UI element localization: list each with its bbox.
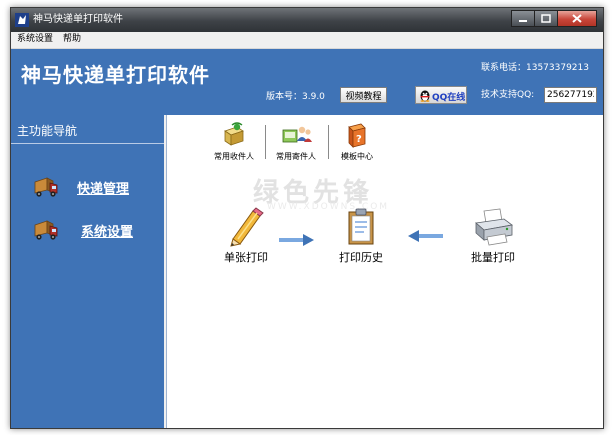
truck-icon — [34, 220, 58, 240]
toolbar-common-senders[interactable]: 常用寄件人 — [270, 121, 322, 167]
arrow-left-icon — [408, 230, 443, 242]
single-print-button[interactable]: 单张打印 — [211, 207, 281, 264]
qq-online-button[interactable]: QQ在线 — [415, 86, 467, 104]
sidebar-item-system-settings[interactable]: 系统设置 — [33, 217, 163, 243]
version-label: 版本号：3.9.0 — [266, 92, 325, 102]
toolbar-item-label: 模板中心 — [341, 152, 373, 161]
svg-text:?: ? — [356, 134, 362, 145]
close-button[interactable] — [557, 10, 597, 27]
toolbar-template-center[interactable]: ? 模板中心 — [333, 123, 381, 169]
menu-help[interactable]: 帮助 — [63, 33, 81, 46]
toolbar-item-label: 常用寄件人 — [276, 152, 316, 161]
app-logo-icon — [15, 13, 29, 27]
qq-online-label: QQ在线 — [432, 93, 466, 103]
support-qq-label: 技术支持QQ: — [481, 90, 535, 100]
template-book-icon: ? — [348, 123, 366, 148]
window-title: 神马快递单打印软件 — [33, 14, 123, 25]
minimize-icon — [519, 19, 527, 22]
close-icon — [572, 14, 582, 23]
print-history-button[interactable]: 打印历史 — [323, 207, 399, 264]
arrow-right-icon — [279, 234, 314, 246]
contact-phone: 联系电话：13573379213 — [481, 63, 589, 73]
toolbar-common-recipients[interactable]: 常用收件人 — [209, 121, 259, 167]
sidebar-divider — [11, 143, 164, 144]
sidebar-title: 主功能导航 — [17, 124, 78, 138]
batch-print-label: 批量打印 — [471, 251, 515, 264]
batch-print-button[interactable]: 批量打印 — [455, 207, 531, 264]
sidebar-nav: 主功能导航 快递管理 系统设置 — [11, 115, 164, 428]
app-header: 神马快递单打印软件 版本号：3.9.0 视频教程 QQ在线 联系电话：13573… — [11, 49, 603, 115]
maximize-icon — [541, 14, 551, 23]
sidebar-item-express-management[interactable]: 快递管理 — [33, 174, 163, 200]
print-history-label: 打印历史 — [339, 251, 383, 264]
menu-bar: 系统设置 帮助 — [11, 32, 603, 49]
qq-penguin-icon — [420, 90, 430, 102]
menu-system-settings[interactable]: 系统设置 — [17, 33, 53, 46]
video-tutorial-button[interactable]: 视频教程 — [340, 87, 387, 103]
printer-icon — [475, 208, 513, 246]
window-controls — [511, 10, 597, 28]
recipient-icon — [224, 122, 244, 146]
toolbar-divider — [265, 125, 266, 159]
title-bar[interactable]: 神马快递单打印软件 — [11, 8, 603, 32]
sidebar-item-label: 快递管理 — [77, 182, 130, 197]
pencil-icon — [230, 207, 264, 247]
app-title: 神马快递单打印软件 — [21, 63, 210, 87]
single-print-label: 单张打印 — [224, 251, 268, 264]
clipboard-icon — [348, 208, 374, 245]
toolbar-item-label: 常用收件人 — [214, 152, 254, 161]
minimize-button[interactable] — [511, 10, 535, 27]
truck-icon — [34, 177, 58, 197]
sender-icon — [282, 126, 312, 143]
app-window: 神马快递单打印软件 系统设置 帮助 神马快递单打印软件 版本号：3.9.0 视频… — [10, 7, 604, 429]
main-content: 绿色先锋 WWW.XDOWNS.COM 常用收件人 常用寄件人 ? 模板中心 单… — [166, 115, 603, 428]
maximize-button[interactable] — [534, 10, 558, 27]
sidebar-item-label: 系统设置 — [81, 225, 134, 240]
support-qq-field[interactable] — [544, 87, 597, 103]
toolbar-divider — [328, 125, 329, 159]
